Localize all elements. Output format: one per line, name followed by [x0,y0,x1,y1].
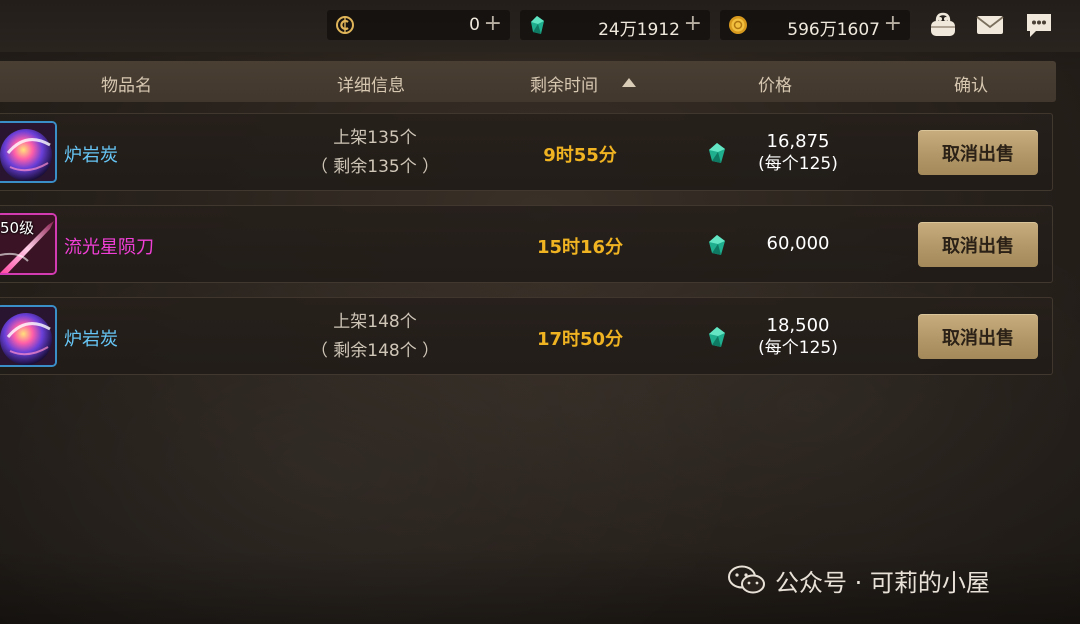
green-gem-icon [709,143,725,163]
green-gem-icon [531,16,544,34]
item-name: 炉岩炭 [64,329,118,350]
currency-bar: 0 + 24万1912 + 596万1607 + [0,0,1080,52]
mail-icon[interactable] [975,11,1005,39]
unit-price: (每个125) [758,338,838,358]
lava-charcoal-icon[interactable] [0,121,57,183]
remaining-time: 9时55分 [543,145,617,166]
lava-charcoal-icon[interactable] [0,305,57,367]
currency-c-coin-value: 0 [469,15,480,35]
add-gold-button[interactable]: + [884,12,902,36]
listing-row: 50级 流光星陨刀 15时16分 60,000 取消出售 [0,205,1053,283]
coin-purse-icon[interactable] [928,11,958,39]
header-remaining-time[interactable]: 剩余时间 [530,71,598,96]
header-item-name[interactable]: 物品名 [101,71,152,96]
item-price: 60,000 [738,233,858,255]
cancel-sale-button[interactable]: 取消出售 [918,222,1038,267]
header-confirm: 确认 [954,76,988,96]
currency-c-coin: 0 + [327,10,510,40]
add-gem-button[interactable]: + [684,12,702,36]
meteor-blade-icon[interactable]: 50级 [0,213,57,275]
watermark-text: 公众号 · 可莉的小屋 [775,568,990,597]
item-name: 流光星陨刀 [64,237,154,258]
total-price: 18,500 [766,315,830,336]
currency-gem: 24万1912 + [520,10,710,40]
gold-coin-icon [729,16,747,34]
remaining-quantity: （ 剩余135个 ） [310,157,440,177]
remaining-time: 17时50分 [536,329,624,350]
total-price: 60,000 [766,233,830,254]
green-gem-icon [709,327,725,347]
table-header: 物品名 详细信息 剩余时间 价格 确认 [0,61,1056,102]
item-level-badge: 50级 [0,219,35,237]
c-coin-icon [336,16,354,34]
currency-gold-value: 596万1607 [787,20,880,40]
item-name: 炉岩炭 [64,145,118,166]
wechat-icon [728,565,765,594]
cancel-sale-button[interactable]: 取消出售 [918,314,1038,359]
add-c-coin-button[interactable]: + [484,12,502,36]
header-price[interactable]: 价格 [758,71,792,96]
header-detail[interactable]: 详细信息 [337,71,405,96]
listing-row: 炉岩炭 上架135个 （ 剩余135个 ） 9时55分 16,875 (每个12… [0,113,1053,191]
unit-price: (每个125) [758,154,838,174]
listing-row: 炉岩炭 上架148个 （ 剩余148个 ） 17时50分 18,500 (每个1… [0,297,1053,375]
listed-quantity: 上架148个 [333,312,417,332]
currency-gold: 596万1607 + [720,10,910,40]
currency-gem-value: 24万1912 [598,20,680,40]
remaining-time: 15时16分 [536,237,624,258]
item-detail: 上架135个 （ 剩余135个 ） [300,124,450,182]
sort-ascending-icon[interactable] [622,78,636,87]
remaining-quantity: （ 剩余148个 ） [310,341,440,361]
cancel-sale-button[interactable]: 取消出售 [918,130,1038,175]
chat-icon[interactable] [1024,11,1054,39]
total-price: 16,875 [766,131,830,152]
green-gem-icon [709,235,725,255]
item-price: 16,875 (每个125) [738,131,858,175]
item-detail: 上架148个 （ 剩余148个 ） [300,308,450,366]
item-price: 18,500 (每个125) [738,315,858,359]
watermark: 公众号 · 可莉的小屋 [727,562,990,598]
listed-quantity: 上架135个 [333,128,417,148]
